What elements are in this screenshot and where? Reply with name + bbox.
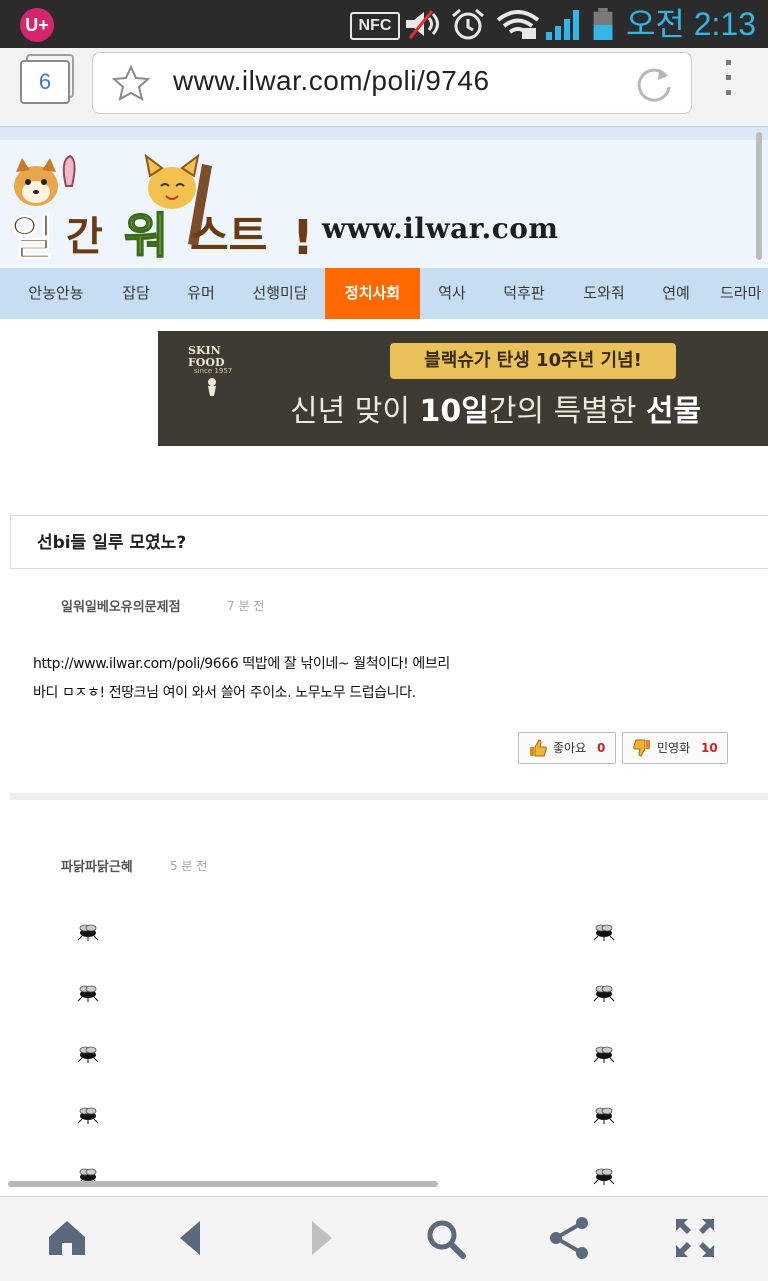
- banner-headline: 신년 맞이 10일간의 특별한 선물: [290, 394, 702, 429]
- post-title-box: 선bi들 일루 모였노?: [10, 515, 768, 569]
- clock: 오전 2:13: [625, 6, 756, 42]
- reload-icon[interactable]: [633, 63, 675, 105]
- status-bar: U+ NFC 오전 2:13: [0, 0, 768, 48]
- post-body-line: 바디 ㅁㅈㅎ! 전땅크님 여이 와서 쓸어 주이소. 노무노무 드럽습니다.: [33, 685, 416, 701]
- header-scrollbar: [756, 132, 762, 260]
- fly-icon: [593, 924, 615, 941]
- ad-banner[interactable]: SKIN FOOD since 1957 블랙슈가 탄생 10주년 기념! 신년…: [158, 331, 768, 446]
- urlbar-shadow: [0, 126, 768, 141]
- site-header: 일 간 워 스트 ! www.ilwar.com: [0, 140, 768, 268]
- svg-text:!: !: [292, 210, 314, 264]
- post-author[interactable]: 일워일베오유의문제점: [61, 596, 181, 615]
- section-divider: [10, 793, 768, 800]
- svg-text:스트: 스트: [190, 211, 267, 260]
- wifi-icon: [496, 10, 540, 39]
- category-nav: 안농안뇽 잡담 유머 선행미담 정치사회 역사 덕후판 도와줘 연예 드라마: [0, 268, 768, 319]
- post-body-line: http://www.ilwar.com/poli/9666 떡밥에 잘 낚이네…: [33, 656, 450, 672]
- banner-brand: SKIN FOOD: [188, 344, 225, 369]
- alarm-icon: [452, 8, 484, 40]
- fly-icon: [593, 1046, 615, 1063]
- fullscreen-icon[interactable]: [670, 1213, 720, 1263]
- horizontal-scrollbar: [8, 1181, 438, 1187]
- dislike-button[interactable]: 민영화 10: [622, 732, 728, 764]
- logo-url: www.ilwar.com: [322, 212, 559, 245]
- site-logo-mark: 일 간 워 스트 !: [10, 153, 314, 267]
- bookmark-star-icon[interactable]: [111, 64, 151, 104]
- nfc-icon: NFC: [350, 12, 400, 40]
- fly-icon: [593, 1168, 615, 1185]
- like-label: 좋아요: [553, 741, 587, 755]
- battery-icon: [593, 8, 613, 40]
- nav-item-good-deeds[interactable]: 선행미담: [240, 268, 320, 319]
- browser-url-bar: 6 www.ilwar.com/poli/9746: [0, 48, 768, 128]
- svg-text:간: 간: [66, 214, 103, 260]
- thumbs-down-icon: [633, 739, 650, 757]
- svg-text:워: 워: [124, 208, 168, 264]
- tab-count: 6: [20, 60, 70, 104]
- fly-icon: [77, 924, 99, 941]
- carrier-logo: U+: [20, 8, 54, 42]
- fox-mascot-icon: [144, 153, 200, 209]
- site-logo[interactable]: 일 간 워 스트 ! www.ilwar.com: [6, 146, 558, 267]
- thumbs-up-icon: [530, 739, 547, 757]
- browser-toolbar: [0, 1196, 768, 1281]
- nav-item-help[interactable]: 도와줘: [572, 268, 636, 319]
- url-text[interactable]: www.ilwar.com/poli/9746: [173, 65, 490, 97]
- fly-icon: [593, 1107, 615, 1124]
- banner-ribbon: 블랙슈가 탄생 10주년 기념!: [390, 343, 676, 379]
- home-icon[interactable]: [42, 1213, 92, 1263]
- fly-icon: [77, 985, 99, 1002]
- comment-time: 5 분 전: [170, 859, 208, 873]
- post-title: 선bi들 일루 모였노?: [37, 533, 187, 553]
- nav-item-drama[interactable]: 드라마: [720, 268, 768, 319]
- mute-icon: [406, 10, 439, 39]
- nav-item-entertainment[interactable]: 연예: [650, 268, 702, 319]
- dislike-label: 민영화: [657, 741, 691, 755]
- search-icon[interactable]: [420, 1213, 470, 1263]
- share-icon[interactable]: [544, 1213, 594, 1263]
- nav-item-annyong[interactable]: 안농안뇽: [14, 268, 98, 319]
- dislike-count: 10: [701, 741, 718, 755]
- url-field[interactable]: www.ilwar.com/poli/9746: [92, 52, 692, 114]
- fly-icon: [593, 985, 615, 1002]
- comment-author[interactable]: 파닭파닭근혜: [61, 856, 133, 875]
- forward-icon[interactable]: [296, 1213, 346, 1263]
- nav-item-humor[interactable]: 유머: [174, 268, 228, 319]
- back-icon[interactable]: [166, 1213, 216, 1263]
- chef-icon: [208, 378, 216, 396]
- like-button[interactable]: 좋아요 0: [518, 732, 616, 764]
- overflow-menu-icon[interactable]: [720, 60, 736, 100]
- svg-text:일: 일: [10, 210, 54, 264]
- nav-item-history[interactable]: 역사: [426, 268, 478, 319]
- post-time: 7 분 전: [227, 599, 265, 613]
- fly-icon: [77, 1046, 99, 1063]
- signal-icon: [546, 10, 579, 40]
- post-body: http://www.ilwar.com/poli/9666 떡밥에 잘 낚이네…: [33, 650, 733, 708]
- fly-icon: [77, 1107, 99, 1124]
- banner-since: since 1957: [194, 367, 233, 375]
- tab-switcher-button[interactable]: 6: [20, 54, 74, 104]
- like-count: 0: [597, 741, 606, 755]
- dog-mascot-icon: [14, 158, 58, 206]
- nav-item-politics[interactable]: 정치사회: [325, 268, 420, 319]
- nav-item-otaku[interactable]: 덕후판: [492, 268, 556, 319]
- nav-item-chat[interactable]: 잡담: [108, 268, 164, 319]
